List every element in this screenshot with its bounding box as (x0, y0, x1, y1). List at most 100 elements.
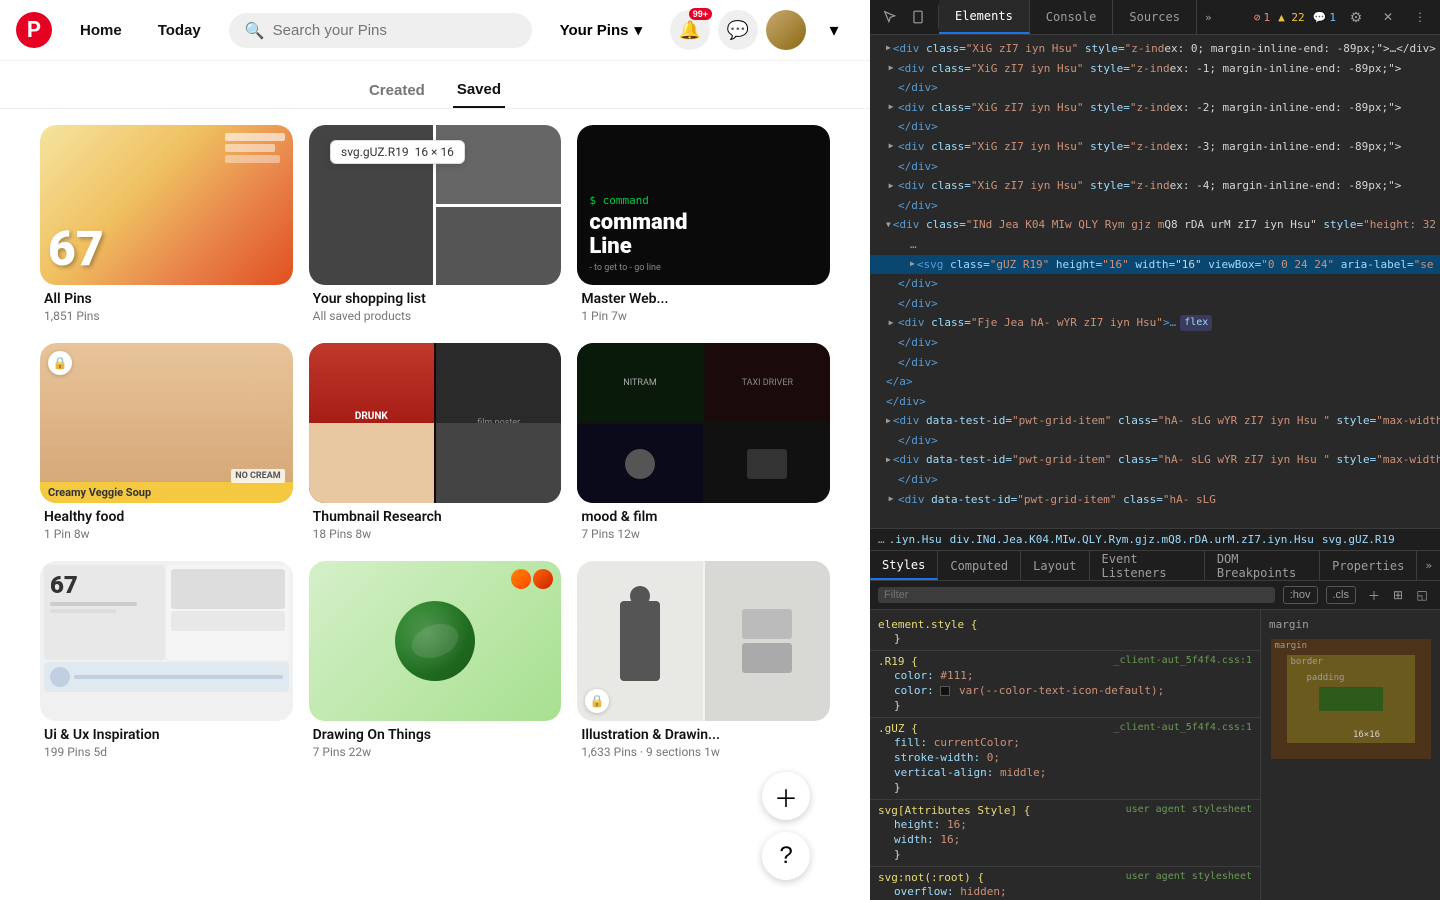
tab-dom-breakpoints[interactable]: DOM Breakpoints (1205, 551, 1320, 580)
tree-toggle[interactable]: ▶ (886, 142, 896, 152)
dom-line[interactable]: ▶ <div data-test-id="pwt-grid-item" clas… (870, 490, 1440, 510)
hover-state-button[interactable]: :hov (1283, 586, 1318, 604)
tab-event-listeners[interactable]: Event Listeners (1090, 551, 1205, 580)
dom-line[interactable]: </a> (870, 372, 1440, 392)
lock-icon: 🔒 (48, 351, 72, 375)
search-input[interactable] (273, 22, 516, 39)
css-property[interactable]: overflow: hidden; (878, 884, 1252, 899)
devtools-panel: Elements Console Sources » ⊘ 1 ▲ 22 💬 1 … (870, 0, 1440, 900)
dom-line[interactable]: </div> (870, 431, 1440, 451)
css-property[interactable]: color: var(--color-text-icon-default); (878, 683, 1252, 698)
breadcrumb-item[interactable]: div.INd.Jea.K04.MIw.QLY.Rym.gjz.mQ8.rDA.… (950, 533, 1314, 546)
dom-line[interactable]: ▶ <div class="XiG zI7 iyn Hsu" style="z-… (870, 98, 1440, 118)
dom-line[interactable]: </div> (870, 196, 1440, 216)
dom-line[interactable]: ▶ <div class="Fje Jea hA- wYR zI7 iyn Hs… (870, 313, 1440, 333)
pin-card[interactable]: 🔒 Illustration & Drawin... 1,633 Pins · … (577, 561, 830, 763)
tree-toggle[interactable]: ▶ (886, 455, 891, 465)
style-icon-1[interactable]: ⊞ (1388, 585, 1408, 605)
styles-filter-input[interactable] (878, 587, 1275, 603)
tab-elements[interactable]: Elements (939, 0, 1030, 34)
tree-toggle[interactable]: ▶ (886, 44, 891, 54)
warning-count-text: ▲ 22 (1278, 11, 1305, 24)
your-pins-button[interactable]: Your Pins ▾ (544, 13, 658, 47)
css-property[interactable]: width: 16; (878, 832, 1252, 847)
dom-line[interactable]: … (870, 235, 1440, 255)
tree-toggle[interactable]: ▶ (886, 318, 896, 328)
dom-line[interactable]: ▶ <div class="XiG zI7 iyn Hsu" style="z-… (870, 137, 1440, 157)
tree-toggle[interactable]: ▶ (886, 103, 896, 113)
css-property[interactable]: fill: currentColor; (878, 735, 1252, 750)
pin-card[interactable]: 67 All Pins 1,851 Pins (40, 125, 293, 327)
css-property[interactable]: } (878, 698, 1252, 713)
breadcrumb-item[interactable]: .iyn.Hsu (889, 533, 942, 546)
dom-line[interactable]: </div> (870, 353, 1440, 373)
css-property[interactable]: vertical-align: middle; (878, 765, 1252, 780)
home-nav-link[interactable]: Home (64, 14, 138, 47)
pin-card[interactable]: 🔒 Creamy Veggie Soup NO CREAM Healthy fo… (40, 343, 293, 545)
tree-toggle[interactable]: ▶ (886, 181, 896, 191)
device-toggle-button[interactable] (906, 5, 930, 29)
dom-line-selected[interactable]: ▶ <svg class="gUZ R19" height="16" width… (870, 255, 1440, 275)
tree-toggle[interactable]: ▶ (910, 259, 915, 269)
inspect-element-button[interactable] (878, 5, 902, 29)
add-style-button[interactable]: ＋ (1364, 585, 1384, 605)
dom-line[interactable]: </div> (870, 333, 1440, 353)
dom-line[interactable]: ▶ <div data-test-id="pwt-grid-item" clas… (870, 411, 1440, 431)
tooltip-box: svg.gUZ.R19 16 × 16 (330, 140, 465, 164)
pin-card[interactable]: 🔒 DRUNKPARASITE film poster Thumbnail Re… (309, 343, 562, 545)
pin-card[interactable]: NITRAM TAXI DRIVER mood & film 7 Pins 12… (577, 343, 830, 545)
tab-styles[interactable]: Styles (870, 551, 938, 580)
tab-sources[interactable]: Sources (1113, 0, 1197, 34)
css-property[interactable]: } (878, 631, 1252, 646)
tree-toggle[interactable]: ▶ (886, 494, 896, 504)
css-property[interactable]: color: #111; (878, 668, 1252, 683)
css-property[interactable]: } (878, 780, 1252, 795)
css-property[interactable]: height: 16; (878, 817, 1252, 832)
notification-badge: 99+ (689, 8, 712, 20)
dom-line[interactable]: ▼ <div class="INd Jea K04 MIw QLY Rym gj… (870, 215, 1440, 235)
dom-line[interactable]: </div> (870, 157, 1440, 177)
add-button[interactable]: ＋ (762, 772, 810, 820)
color-chip[interactable] (940, 686, 950, 696)
pin-card[interactable]: $ command commandLine - to get to - go l… (577, 125, 830, 327)
pin-card[interactable]: 67 Ui & Ux Inspiration 199 P (40, 561, 293, 763)
dom-line[interactable]: </div> (870, 78, 1440, 98)
account-chevron-button[interactable]: ▾ (814, 10, 854, 50)
tree-toggle[interactable]: ▶ (886, 416, 891, 426)
dom-line[interactable]: </div> (870, 470, 1440, 490)
cls-button[interactable]: .cls (1326, 586, 1357, 604)
tree-toggle[interactable]: ▶ (886, 63, 896, 73)
dom-line[interactable]: </div> (870, 117, 1440, 137)
tab-created[interactable]: Created (365, 73, 429, 108)
more-tabs-button[interactable]: » (1197, 0, 1220, 34)
close-button[interactable]: ✕ (1376, 5, 1400, 29)
dom-line[interactable]: ▶ <div class="XiG zI7 iyn Hsu" style="z-… (870, 59, 1440, 79)
tab-console[interactable]: Console (1030, 0, 1114, 34)
today-nav-link[interactable]: Today (142, 14, 217, 47)
dom-line[interactable]: ▶ <div class="XiG zI7 iyn Hsu" style="z-… (870, 176, 1440, 196)
more-options-button[interactable]: ⋮ (1408, 5, 1432, 29)
avatar[interactable] (766, 10, 806, 50)
notifications-button[interactable]: 🔔 99+ (670, 10, 710, 50)
tab-saved[interactable]: Saved (453, 73, 505, 108)
dom-line[interactable]: </div> (870, 392, 1440, 412)
pin-card[interactable]: Drawing On Things 7 Pins 22w (309, 561, 562, 763)
dom-line[interactable]: </div> (870, 294, 1440, 314)
tab-properties[interactable]: Properties (1320, 551, 1417, 580)
dom-line[interactable]: ▶ <div class="XiG zI7 iyn Hsu" style="z-… (870, 39, 1440, 59)
tree-toggle[interactable]: ▼ (886, 220, 891, 230)
help-button[interactable]: ? (762, 832, 810, 880)
messages-button[interactable]: 💬 (718, 10, 758, 50)
css-property[interactable]: } (878, 847, 1252, 862)
settings-button[interactable]: ⚙ (1344, 5, 1368, 29)
breadcrumb-item[interactable]: svg.gUZ.R19 (1322, 533, 1395, 546)
dom-line[interactable]: </div> (870, 274, 1440, 294)
style-icon-2[interactable]: ◱ (1412, 585, 1432, 605)
dom-line[interactable]: ▶ <div data-test-id="pwt-grid-item" clas… (870, 450, 1440, 470)
devtools-tabs: Elements Console Sources » (939, 0, 1220, 34)
css-property[interactable]: stroke-width: 0; (878, 750, 1252, 765)
pinterest-logo[interactable]: P (16, 12, 52, 48)
tab-layout[interactable]: Layout (1021, 551, 1089, 580)
more-bottom-tabs[interactable]: » (1417, 559, 1440, 572)
tab-computed[interactable]: Computed (938, 551, 1021, 580)
